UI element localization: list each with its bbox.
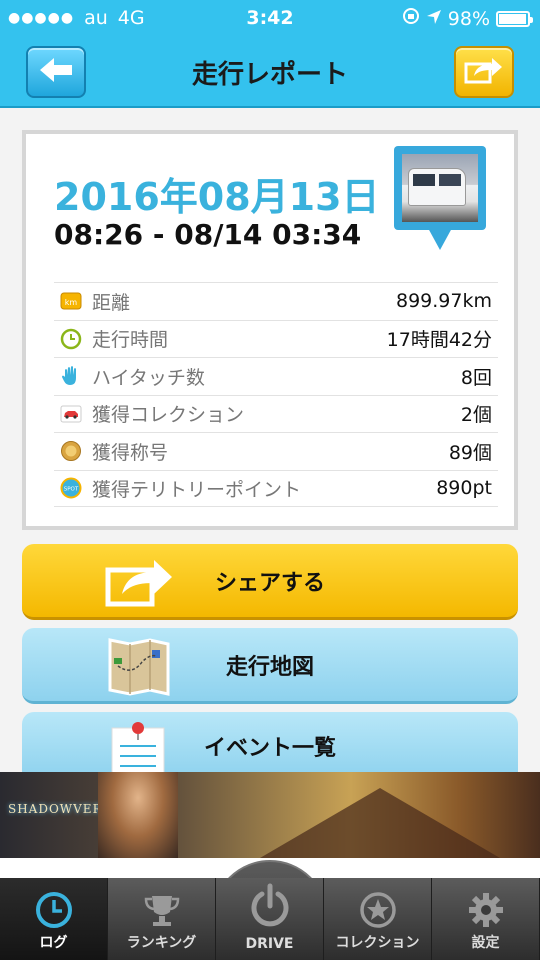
status-bar: ●●●●● au 4G 3:42 98% <box>0 0 540 36</box>
map-pin-tip <box>428 228 452 250</box>
drive-map-button[interactable]: 走行地図 <box>22 628 518 704</box>
share-label: シェアする <box>214 570 325 596</box>
stat-territory-points: SPOT 獲得テリトリーポイント 890pt <box>54 469 498 507</box>
ad-landscape-art <box>260 788 500 858</box>
medal-icon <box>60 440 82 462</box>
stat-label: ハイタッチ数 <box>92 366 205 389</box>
battery-icon <box>496 10 533 27</box>
tab-label: DRIVE <box>245 936 294 952</box>
km-icon: km <box>60 290 82 312</box>
gear-icon <box>466 890 506 934</box>
tab-log[interactable]: ログ <box>0 878 108 960</box>
stat-label: 獲得称号 <box>92 441 169 464</box>
tab-label: コレクション <box>335 935 420 951</box>
stat-value: 17時間42分 <box>386 329 492 352</box>
report-time-range: 08:26 - 08/14 03:34 <box>54 218 362 251</box>
stat-value: 899.97km <box>396 290 492 313</box>
photo-thumbnail[interactable] <box>394 146 486 254</box>
tab-settings[interactable]: 設定 <box>432 878 540 960</box>
stats-list: km 距離 899.97km 走行時間 17時間42分 ハイタッチ数 8回 獲得… <box>54 282 498 507</box>
event-list-label: イベント一覧 <box>203 735 336 761</box>
tab-ranking[interactable]: ランキング <box>108 878 216 960</box>
stat-label: 獲得テリトリーポイント <box>92 478 302 501</box>
stat-value: 2個 <box>460 404 492 427</box>
ad-character-art <box>98 772 178 858</box>
tab-collection[interactable]: コレクション <box>324 878 432 960</box>
location-arrow-icon <box>426 8 442 30</box>
share-button[interactable]: シェアする <box>22 544 518 620</box>
tab-bar: ログ ランキング DRIVE コレクション 設定 <box>0 878 540 960</box>
vehicle-photo <box>402 154 478 222</box>
ad-banner[interactable]: SHADOWVERSE <box>0 772 540 858</box>
drive-map-label: 走行地図 <box>225 654 314 680</box>
tab-label: ログ <box>39 935 68 951</box>
tab-label: ランキング <box>126 935 197 951</box>
hand-icon <box>60 365 82 387</box>
tab-label: 設定 <box>471 935 500 951</box>
top-bar: ●●●●● au 4G 3:42 98% 走行レポート <box>0 0 540 108</box>
stat-value: 8回 <box>460 366 492 389</box>
power-icon <box>246 882 294 934</box>
stat-distance: km 距離 899.97km <box>54 282 498 320</box>
car-icon <box>60 403 82 425</box>
stat-label: 距離 <box>92 291 131 314</box>
stat-drive-time: 走行時間 17時間42分 <box>54 319 498 358</box>
tab-drive[interactable]: DRIVE <box>216 878 324 960</box>
clock-icon <box>34 890 74 934</box>
trophy-icon <box>142 890 182 934</box>
stat-value: 890pt <box>436 477 492 500</box>
km-icon-text: km <box>65 298 78 307</box>
report-card: 2016年08月13日 08:26 - 08/14 03:34 km 距離 89… <box>22 130 518 530</box>
rotation-lock-icon <box>402 7 420 30</box>
clock-icon <box>60 328 82 350</box>
battery-percent: 98% <box>447 7 490 30</box>
spot-icon: SPOT <box>60 477 82 499</box>
star-icon <box>358 890 398 934</box>
stat-value: 89個 <box>448 441 492 464</box>
share-arrow-icon <box>464 54 504 90</box>
report-date: 2016年08月13日 <box>54 175 380 219</box>
header-share-button[interactable] <box>454 46 514 98</box>
photo-frame <box>394 146 486 230</box>
stat-titles: 獲得称号 89個 <box>54 432 498 470</box>
stat-label: 獲得コレクション <box>92 404 245 427</box>
stat-label: 走行時間 <box>92 329 169 352</box>
stat-collection: 獲得コレクション 2個 <box>54 394 498 433</box>
stat-high-touch: ハイタッチ数 8回 <box>54 357 498 395</box>
spot-icon-text: SPOT <box>64 487 79 493</box>
